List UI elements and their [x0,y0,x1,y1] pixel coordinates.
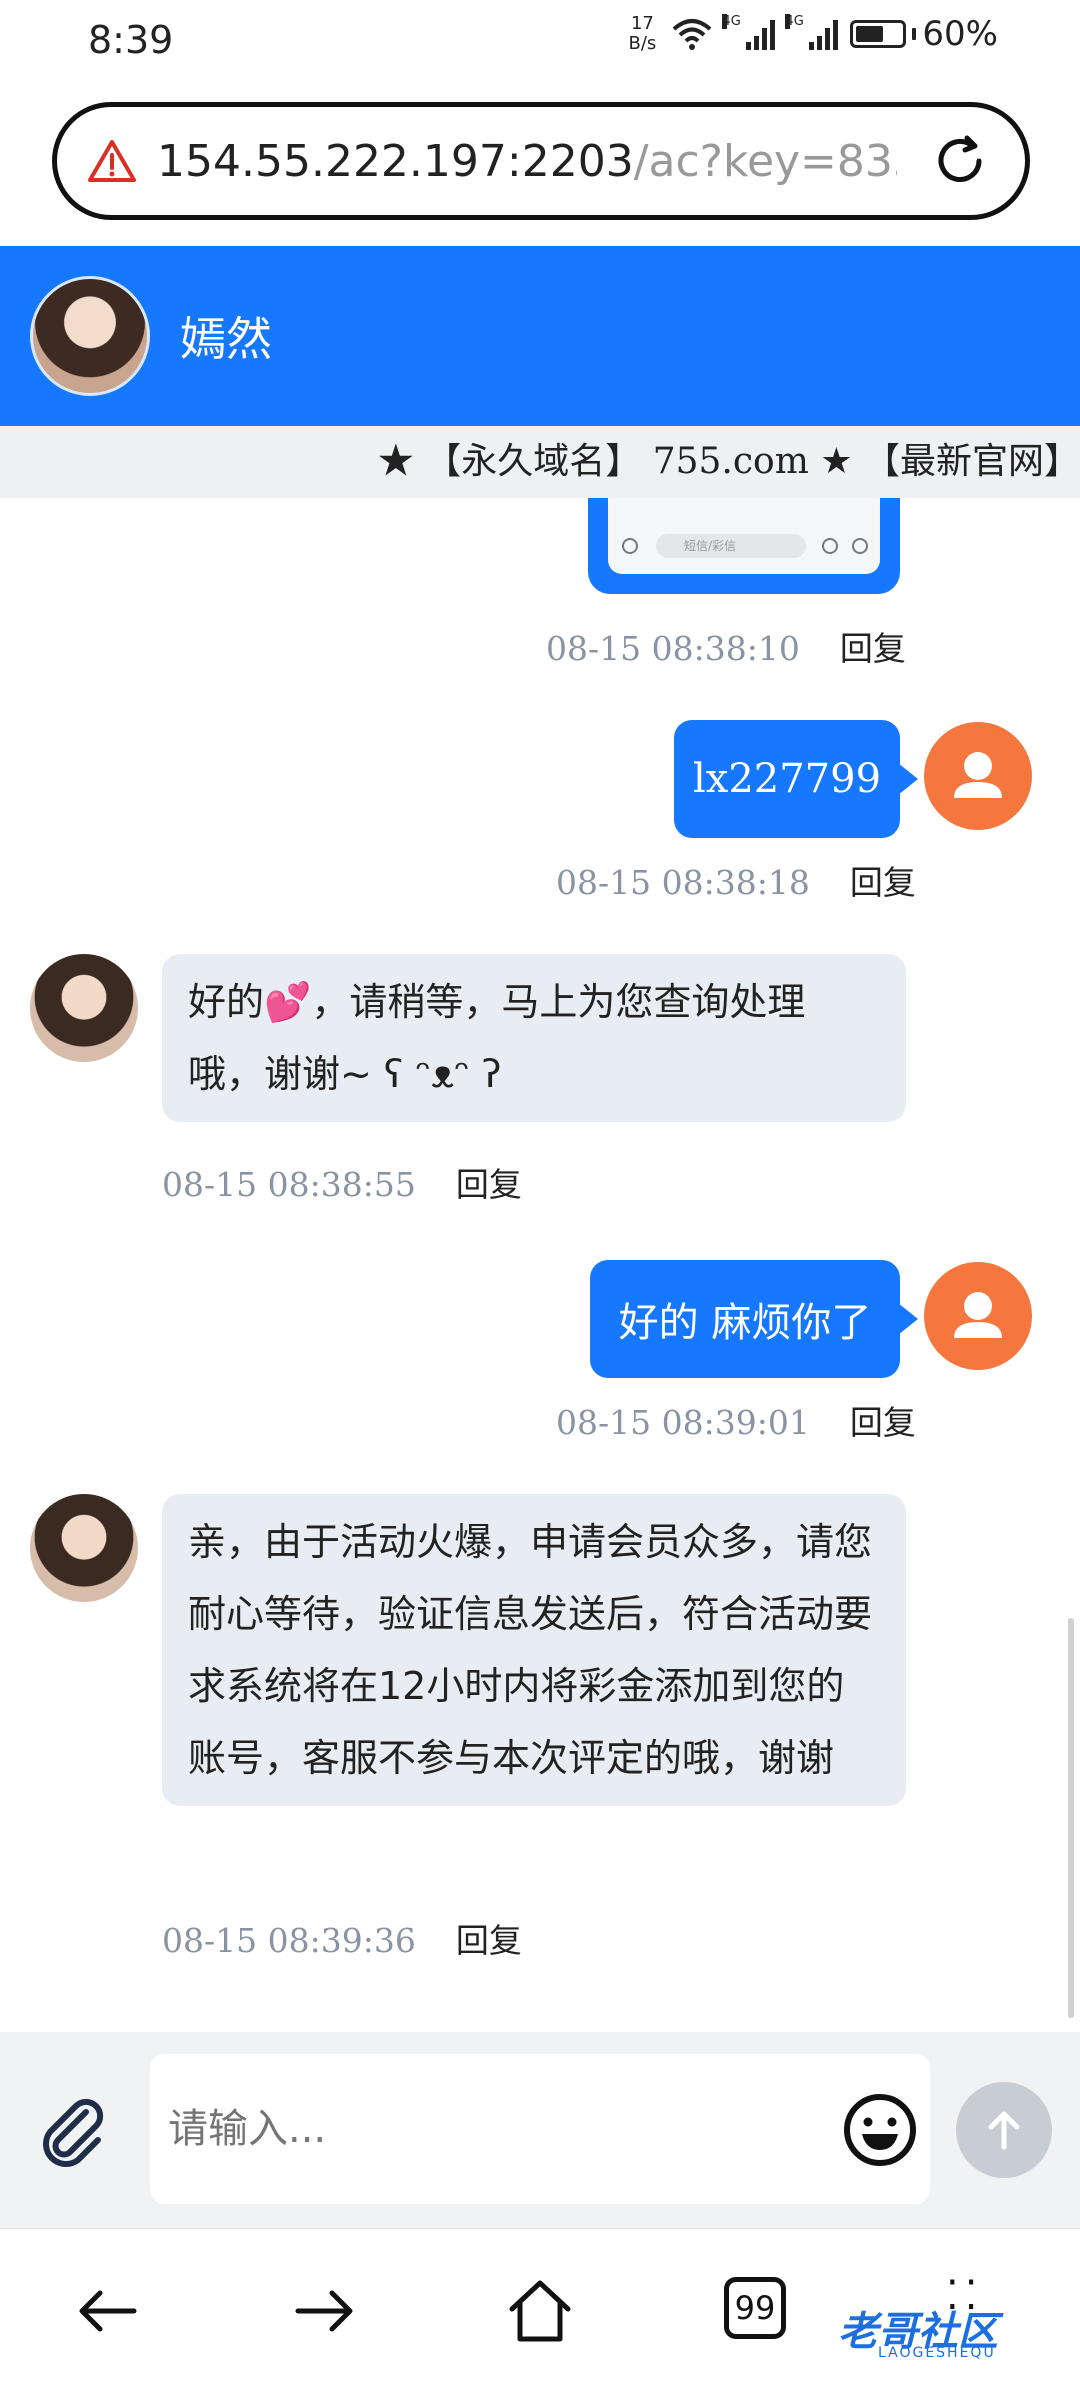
message-time-row: 08-15 08:38:18 回复 [556,856,916,904]
image-message[interactable]: 短信/彩信 [588,498,900,594]
watermark-subtitle: LAOGESHEQU [878,2345,996,2361]
message-input[interactable] [150,2054,930,2204]
battery-indicator: 60% [850,14,998,54]
url-text[interactable]: 154.55.222.197:2203/ac?key=833 [157,136,897,187]
status-bar: 8:39 17 B/s 4G 4G 60% [0,0,1080,84]
reply-button[interactable]: 回复 [840,629,906,668]
agent-message-bubble[interactable]: 好的💕，请稍等，马上为您查询处理哦，谢谢~ ʕ ᵔᴥᵔ ʔ [162,954,906,1122]
chat-messages[interactable]: 短信/彩信 08-15 08:38:10 回复 lx227799 08-15 08… [0,498,1080,2032]
agent-message-bubble[interactable]: 亲，由于活动火爆，申请会员众多，请您耐心等待，验证信息发送后，符合活动要求系统将… [162,1494,906,1806]
agent-avatar[interactable] [30,276,150,396]
message-time: 08-15 08:38:10 [546,629,800,668]
message-input-bar [0,2032,1080,2228]
screenshot-image[interactable]: 短信/彩信 [608,498,880,574]
message-time: 08-15 08:38:18 [556,863,810,902]
wifi-icon [673,19,712,50]
user-message-bubble[interactable]: 好的 麻烦你了 [590,1260,918,1378]
battery-icon [850,20,907,48]
network-speed: 17 B/s [628,13,657,54]
announcement-marquee[interactable]: ★ 【永久域名】 755.com ★ 【最新官网】 [0,426,1080,498]
message-time: 08-15 08:39:36 [162,1921,416,1960]
message-time: 08-15 08:39:01 [556,1403,810,1442]
send-button[interactable] [956,2082,1052,2178]
address-bar[interactable]: 154.55.222.197:2203/ac?key=833 [52,102,1030,220]
status-indicators: 17 B/s 4G 4G 60% [624,13,998,55]
reply-button[interactable]: 回复 [850,1403,916,1442]
status-time: 8:39 [88,18,174,62]
user-icon [954,1292,1002,1338]
reload-icon[interactable] [931,132,989,190]
message-time-row: 08-15 08:38:10 回复 [546,622,906,670]
message-time: 08-15 08:38:55 [162,1165,416,1204]
user-message-bubble[interactable]: lx227799 [674,720,918,838]
chat-header: 嫣然 [0,246,1080,426]
forward-arrow-icon[interactable] [288,2275,360,2347]
agent-message-avatar [30,1494,138,1602]
message-time-row: 08-15 08:39:01 回复 [556,1396,916,1444]
user-avatar [924,722,1032,830]
browser-bottom-nav: 99 老哥社区 LAOGESHEQU ⁚⁚ [0,2228,1080,2400]
tabs-button[interactable]: 99 [724,2277,786,2339]
reply-button[interactable]: 回复 [456,1921,522,1960]
agent-message-avatar [30,954,138,1062]
back-arrow-icon[interactable] [72,2275,144,2347]
attachment-icon[interactable] [34,2090,114,2170]
message-time-row: 08-15 08:39:36 回复 [162,1914,522,1962]
reply-button[interactable]: 回复 [456,1165,522,1204]
signal-icon: 4G [722,14,776,50]
user-icon [954,752,1002,798]
home-icon[interactable] [504,2275,576,2347]
chat-scrollbar[interactable] [1068,1618,1074,2018]
message-time-row: 08-15 08:38:55 回复 [162,1158,522,1206]
arrow-up-icon [988,2111,1020,2150]
warning-icon[interactable] [87,138,137,184]
user-avatar [924,1262,1032,1370]
emoji-icon[interactable] [842,2092,918,2168]
signal-icon-2: 4G [785,14,839,50]
reply-button[interactable]: 回复 [850,863,916,902]
battery-percent: 60% [922,14,998,54]
more-menu-icon[interactable]: ⁚⁚ [946,2273,983,2319]
agent-name: 嫣然 [180,312,272,366]
